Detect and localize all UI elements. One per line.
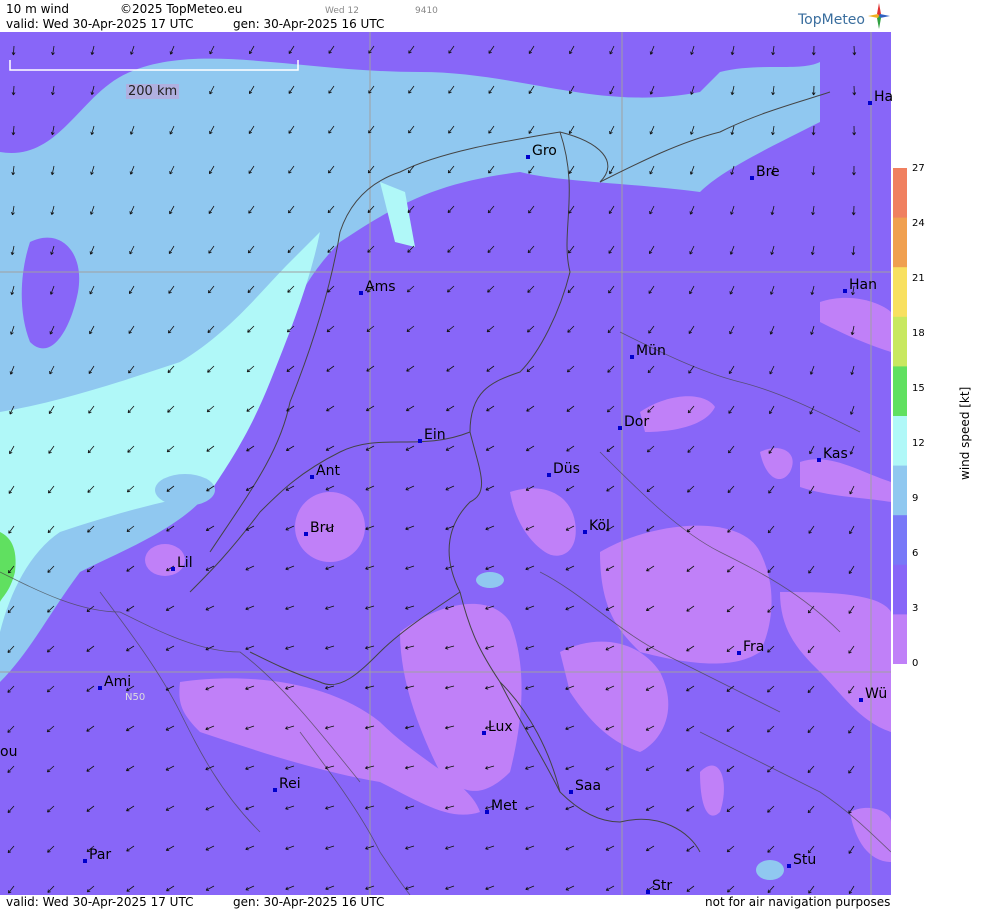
- code-tag: 9410: [415, 6, 438, 16]
- scale-bar: [9, 60, 299, 71]
- city-label: Mün: [630, 344, 666, 359]
- legend-swatch: [893, 465, 907, 516]
- footer-valid-time: valid: Wed 30-Apr-2025 17 UTC: [6, 895, 194, 909]
- city-label: Str: [646, 879, 672, 894]
- disclaimer: not for air navigation purposes: [705, 895, 891, 909]
- latitude-label: N50: [125, 692, 146, 703]
- compass-icon: [868, 3, 890, 29]
- copyright: ©2025 TopMeteo.eu: [120, 2, 243, 16]
- legend-swatch: [893, 168, 907, 219]
- city-label: Düs: [547, 462, 580, 477]
- wind-speed-legend: [893, 168, 907, 664]
- legend-tick: 27: [912, 163, 925, 174]
- legend-swatch: [893, 614, 907, 664]
- city-label: Ein: [418, 428, 446, 443]
- legend-swatch: [893, 366, 907, 417]
- city-label: Lux: [482, 720, 513, 735]
- topmeteo-logo: TopMeteo: [798, 12, 865, 28]
- city-label: Stu: [787, 853, 816, 868]
- scale-bar-label: 200 km: [126, 84, 180, 99]
- city-label: Kas: [817, 447, 848, 462]
- city-label: Met: [485, 799, 517, 814]
- legend-swatch: [893, 217, 907, 268]
- legend-swatch: [893, 267, 907, 318]
- city-label: Saa: [569, 779, 601, 794]
- generated-time: gen: 30-Apr-2025 16 UTC: [233, 17, 385, 31]
- city-label: Köl: [583, 519, 610, 534]
- legend-tick: 12: [912, 438, 925, 449]
- city-label: ou: [0, 744, 18, 760]
- legend-swatch: [893, 564, 907, 615]
- city-label: Bre: [750, 165, 780, 180]
- legend-tick: 21: [912, 273, 925, 284]
- city-label: Rei: [273, 777, 301, 792]
- legend-title: wind speed [kt]: [958, 386, 972, 480]
- city-label: Bru: [304, 521, 334, 536]
- city-label: Wü: [859, 687, 887, 702]
- city-label: Dor: [618, 415, 649, 430]
- city-label: Ams: [359, 280, 396, 295]
- city-label: Par: [83, 848, 111, 863]
- footer-generated-time: gen: 30-Apr-2025 16 UTC: [233, 895, 385, 909]
- legend-tick: 18: [912, 328, 925, 339]
- wind-map[interactable]: 200 km N50: [0, 32, 891, 895]
- product-title: 10 m wind: [6, 2, 69, 16]
- city-label: Gro: [526, 144, 557, 159]
- legend-tick: 15: [912, 383, 925, 394]
- legend-tick: 3: [912, 603, 919, 614]
- city-label: Ami: [98, 675, 131, 690]
- legend-swatch: [893, 316, 907, 367]
- wind-field: [0, 32, 891, 895]
- city-label: Han: [843, 278, 877, 293]
- day-tag: Wed 12: [325, 6, 359, 16]
- legend-tick: 24: [912, 218, 925, 229]
- city-label: Fra: [737, 640, 764, 655]
- legend-tick: 6: [912, 548, 919, 559]
- legend-swatch: [893, 416, 907, 467]
- legend-tick: 0: [912, 658, 919, 669]
- city-label: Ha: [868, 90, 893, 105]
- city-label: Ant: [310, 464, 340, 479]
- valid-time: valid: Wed 30-Apr-2025 17 UTC: [6, 17, 194, 31]
- city-label: Lil: [171, 556, 193, 571]
- legend-swatch: [893, 515, 907, 566]
- legend-tick: 9: [912, 493, 919, 504]
